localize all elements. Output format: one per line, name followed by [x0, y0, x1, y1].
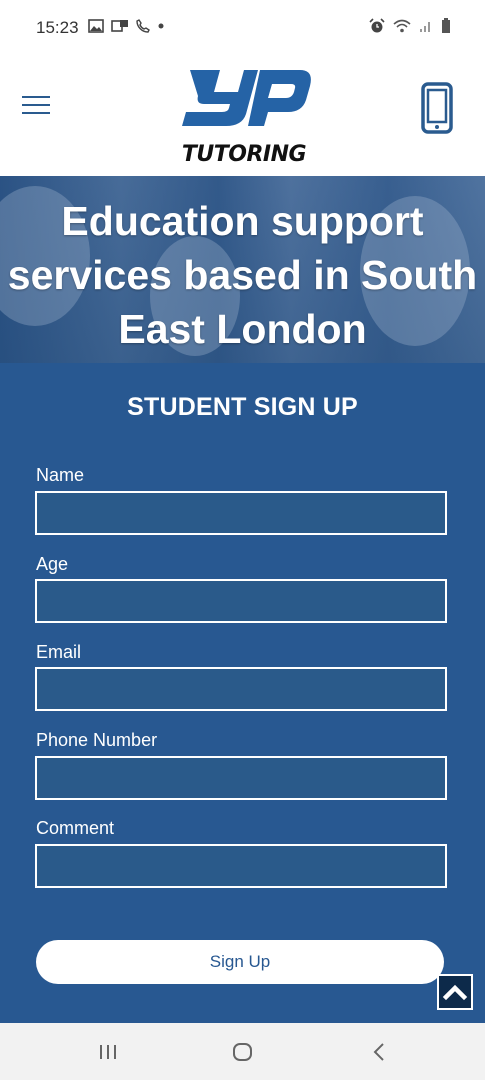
- status-system-icons: [369, 18, 451, 34]
- phone-number-field[interactable]: [35, 756, 447, 800]
- hero-title: Education support services based in Sout…: [7, 198, 478, 352]
- menu-line: [22, 96, 50, 98]
- logo-text: TUTORING: [181, 142, 307, 167]
- sign-up-button[interactable]: Sign Up: [36, 940, 444, 984]
- back-button[interactable]: [358, 1039, 398, 1065]
- email-label: Email: [36, 642, 82, 662]
- mobile-phone-icon: [421, 82, 453, 134]
- menu-line: [22, 104, 50, 106]
- student-signup-form: STUDENT SIGN UP Name Age Email Phone Num…: [0, 363, 485, 1023]
- message-icon: [111, 20, 128, 32]
- hamburger-menu-button[interactable]: [22, 96, 50, 118]
- site-header: TUTORING: [0, 52, 485, 176]
- recent-apps-icon: [100, 1045, 116, 1059]
- signal-icon: [420, 22, 430, 32]
- chevron-up-icon: [442, 984, 468, 1001]
- phone-number-label: Phone Number: [36, 730, 158, 750]
- status-time: 15:23: [36, 18, 79, 37]
- hero-banner: Education support services based in Sout…: [0, 176, 485, 363]
- name-field[interactable]: [35, 491, 447, 535]
- wifi-icon: [393, 19, 411, 33]
- android-navigation-bar: [0, 1023, 485, 1080]
- name-label: Name: [36, 465, 85, 485]
- yp-tutoring-logo[interactable]: TUTORING: [176, 66, 312, 167]
- status-bar: 15:23: [0, 0, 485, 52]
- recent-apps-button[interactable]: [88, 1039, 128, 1065]
- yp-logo-mark: [182, 70, 311, 126]
- age-label: Age: [36, 554, 69, 574]
- mobile-phone-button[interactable]: [421, 82, 453, 134]
- menu-line: [22, 112, 50, 114]
- form-title: STUDENT SIGN UP: [127, 393, 358, 421]
- back-icon: [373, 1043, 384, 1061]
- image-icon: [88, 19, 104, 33]
- comment-field[interactable]: [35, 844, 447, 888]
- comment-label: Comment: [36, 818, 115, 838]
- age-field[interactable]: [35, 579, 447, 623]
- scroll-to-top-button[interactable]: [437, 974, 473, 1010]
- dot-icon: [158, 23, 164, 29]
- battery-icon: [442, 18, 450, 33]
- alarm-icon: [369, 18, 385, 33]
- email-field[interactable]: [35, 667, 447, 711]
- status-notification-icons: [88, 19, 165, 33]
- phone-call-icon: [136, 19, 150, 33]
- home-button[interactable]: [222, 1039, 262, 1065]
- home-icon: [233, 1043, 252, 1061]
